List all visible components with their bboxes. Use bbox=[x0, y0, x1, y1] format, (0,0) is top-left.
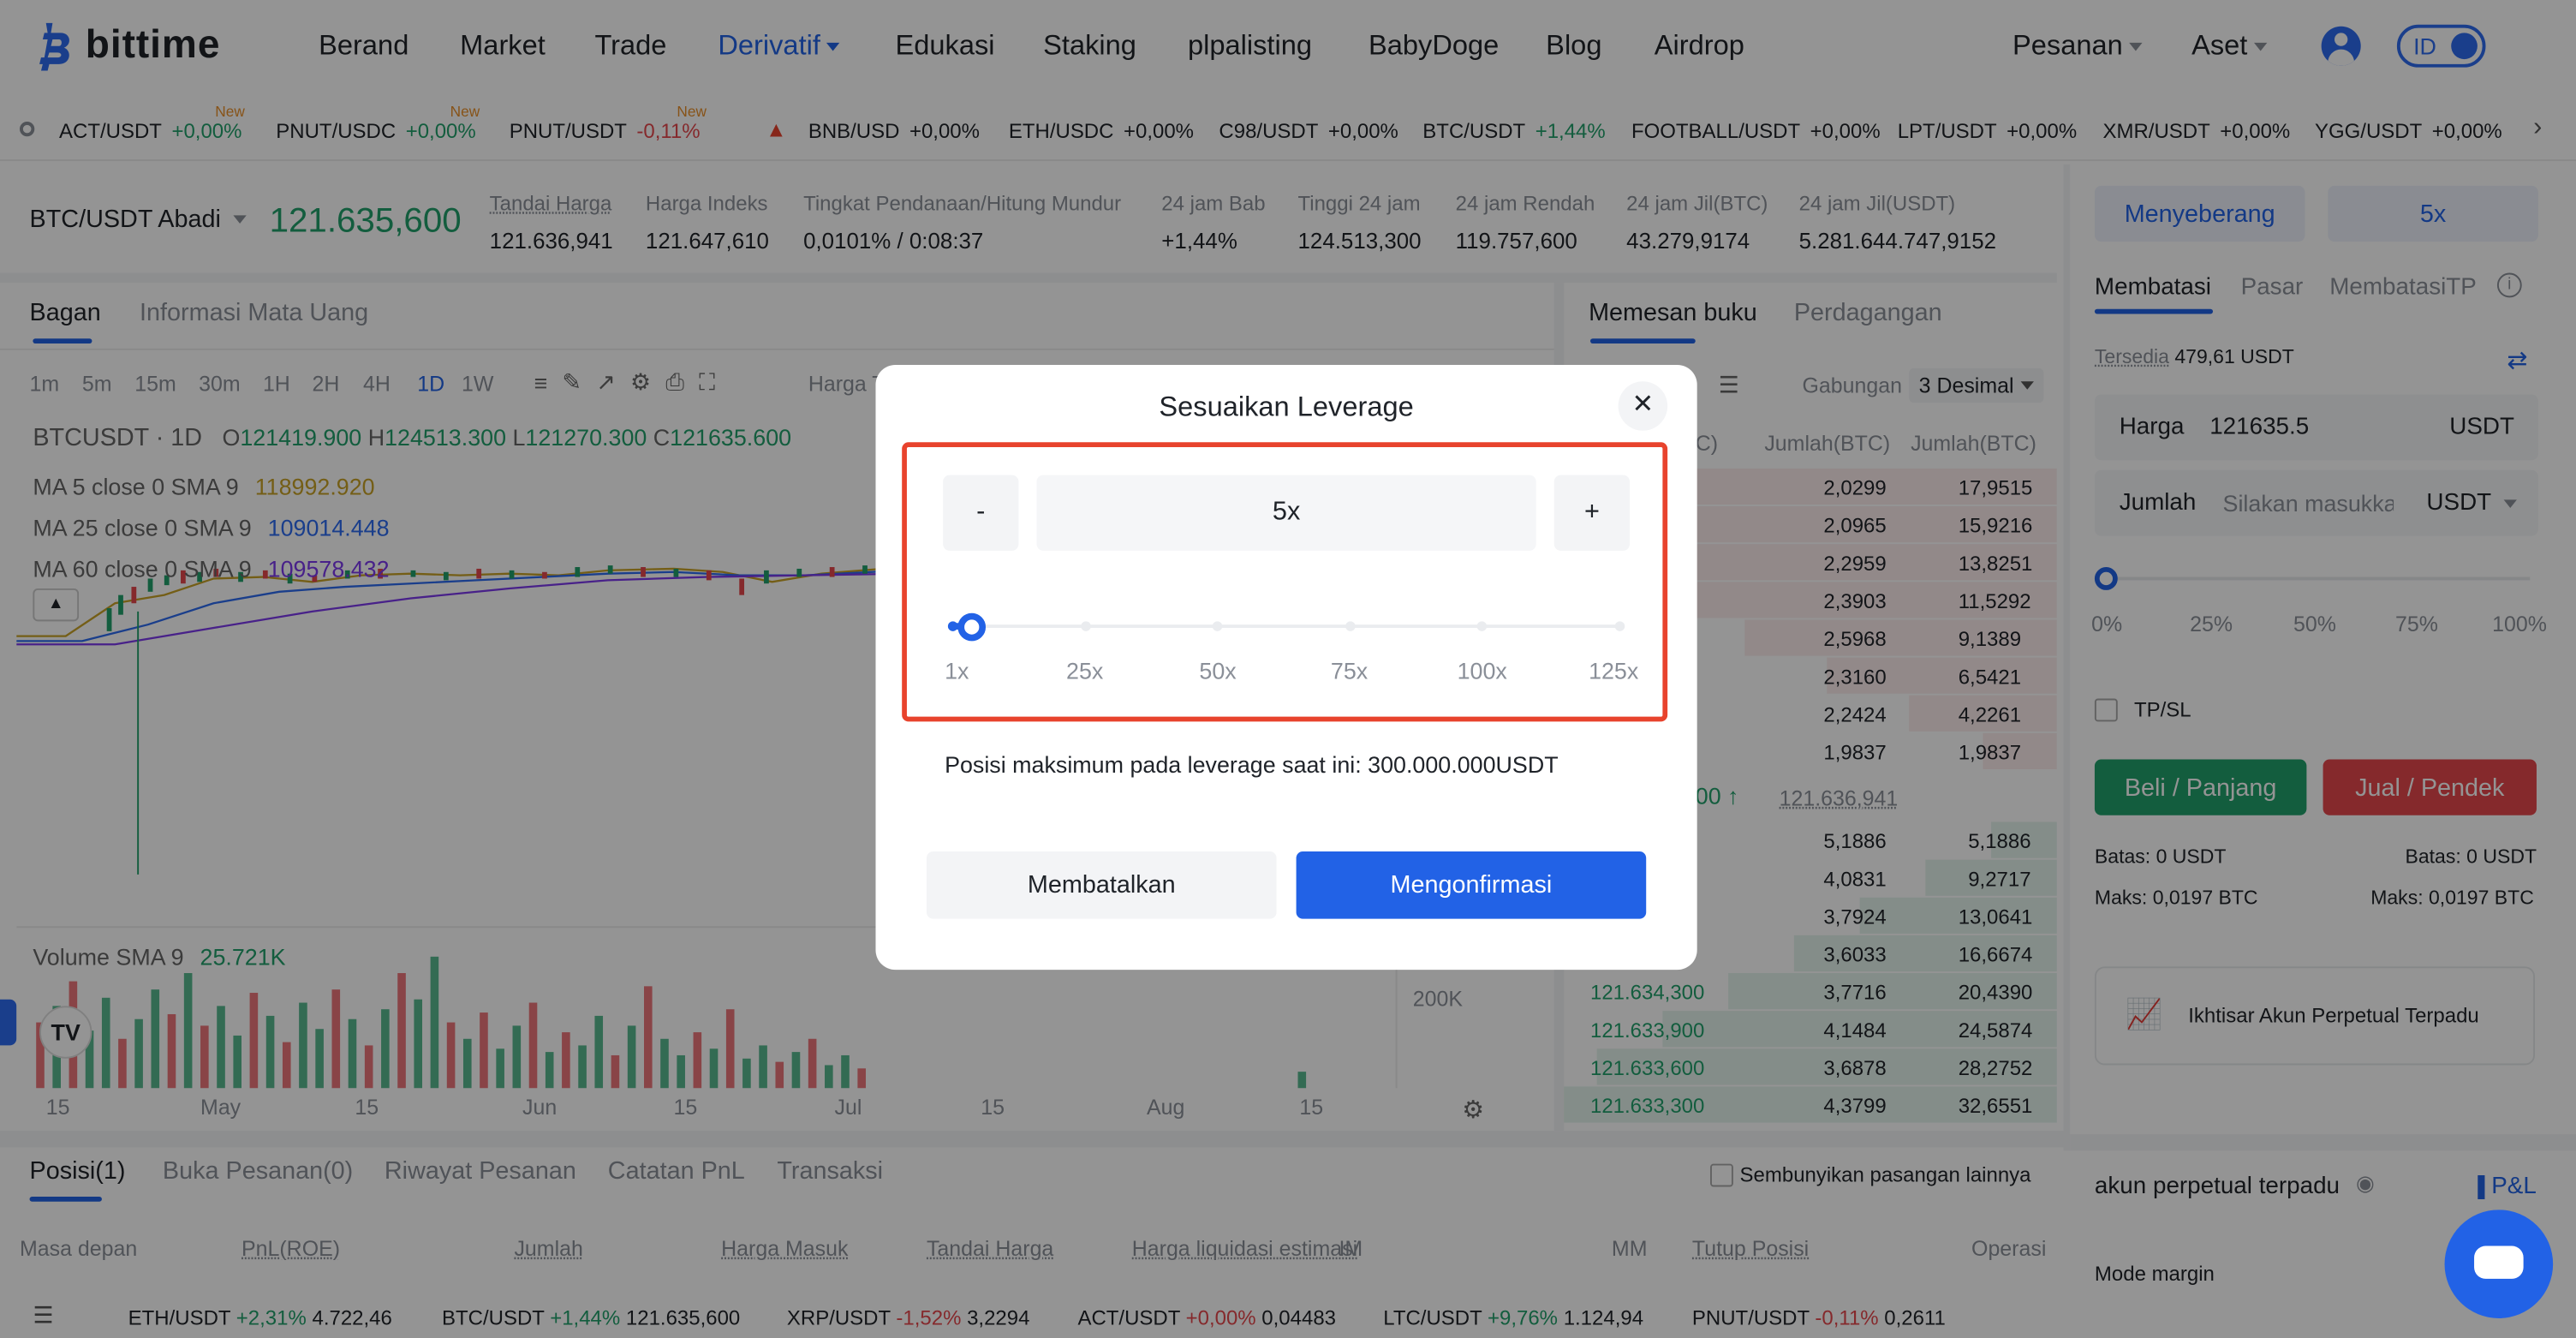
slider-tick bbox=[1081, 621, 1091, 631]
leverage-mark[interactable]: 25x bbox=[1066, 658, 1103, 684]
leverage-modal: Sesuaikan Leverage ✕ - 5x + 1x 25x 50x 7… bbox=[875, 365, 1697, 971]
slider-tick bbox=[1614, 621, 1625, 631]
leverage-mark[interactable]: 1x bbox=[945, 658, 969, 684]
confirm-button[interactable]: Mengonfirmasi bbox=[1296, 851, 1647, 919]
leverage-mark[interactable]: 75x bbox=[1331, 658, 1368, 684]
cancel-button[interactable]: Membatalkan bbox=[926, 851, 1277, 919]
slider-tick bbox=[1212, 621, 1223, 631]
leverage-input[interactable]: 5x bbox=[1036, 475, 1536, 551]
close-button[interactable]: ✕ bbox=[1618, 381, 1668, 431]
leverage-mark[interactable]: 125x bbox=[1589, 658, 1638, 684]
modal-title: Sesuaikan Leverage bbox=[1159, 391, 1414, 423]
chat-support-button[interactable] bbox=[2444, 1210, 2554, 1318]
max-position-text: Posisi maksimum pada leverage saat ini: … bbox=[945, 750, 1559, 778]
slider-tick bbox=[947, 621, 958, 631]
slider-tick bbox=[1345, 621, 1356, 631]
decrease-leverage-button[interactable]: - bbox=[943, 475, 1019, 551]
leverage-slider-track[interactable] bbox=[949, 624, 1624, 629]
leverage-mark[interactable]: 50x bbox=[1199, 658, 1236, 684]
leverage-mark[interactable]: 100x bbox=[1458, 658, 1507, 684]
close-icon: ✕ bbox=[1631, 391, 1655, 420]
slider-tick bbox=[1476, 621, 1488, 631]
chat-bubble-icon bbox=[2474, 1245, 2524, 1279]
increase-leverage-button[interactable]: + bbox=[1553, 475, 1631, 551]
